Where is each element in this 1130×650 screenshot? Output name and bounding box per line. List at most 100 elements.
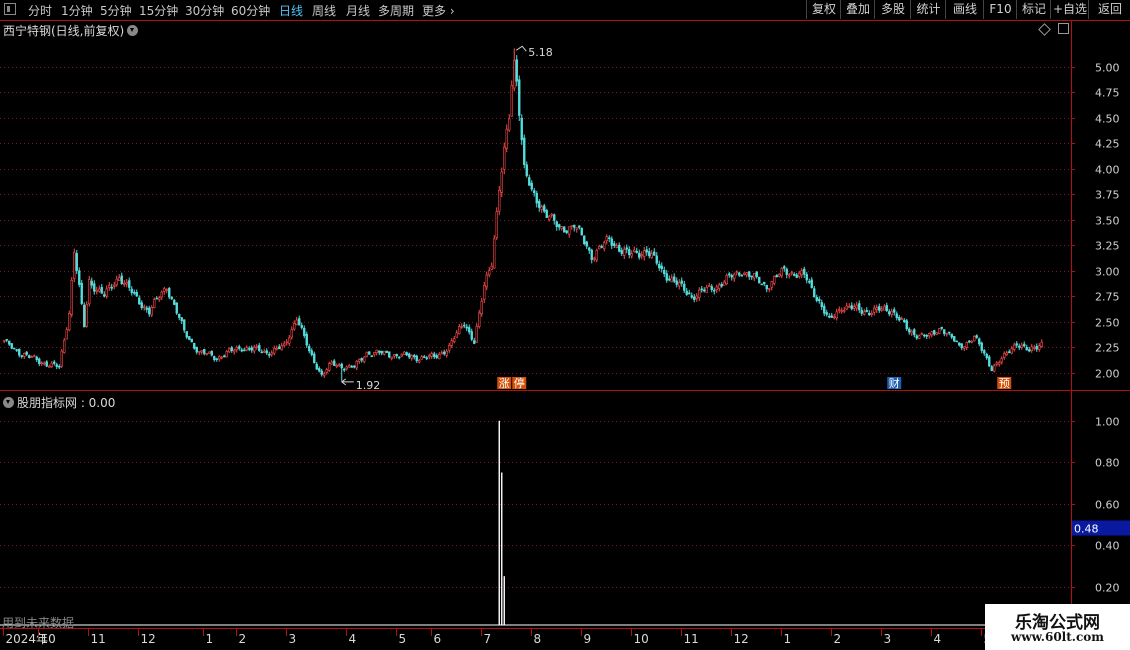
- ind-tick-label-4: 1.00: [1095, 416, 1120, 429]
- candle-body-172: [433, 353, 436, 358]
- candle-body-306: [768, 288, 771, 290]
- toolbar: 分时 1分钟 5分钟 15分钟 30分钟 60分钟 日线 周线 月线 多周期 更多 › 复权 叠加 多股…: [0, 0, 1130, 21]
- candle-body-344: [863, 311, 866, 315]
- candle-body-168: [423, 356, 426, 358]
- candle-body-96: [243, 349, 246, 352]
- ind-tick-label-0: 0.20: [1095, 582, 1120, 595]
- candle-body-85: [215, 358, 218, 361]
- candle-body-34: [88, 279, 91, 305]
- candle-body-373: [935, 332, 938, 335]
- candle-body-415: [1040, 341, 1043, 347]
- price-chart[interactable]: 2.00 2.25 2.50 2.75 3.00 3.25 3.50 3.75 4.00 4.25…: [0, 0, 1130, 650]
- candle-body-144: [363, 356, 366, 362]
- candle-body-266: [668, 278, 671, 281]
- period-tab-9[interactable]: 多周期: [378, 2, 414, 19]
- current-value-label: 0.48: [1074, 523, 1099, 536]
- price-tick-label-12: 5.00: [1095, 62, 1120, 75]
- candle-body-384: [963, 346, 966, 349]
- candle-body-78: [198, 351, 201, 353]
- toolbar-button-4[interactable]: 画线: [945, 0, 984, 19]
- toolbar-button-6[interactable]: 标记: [1016, 0, 1051, 19]
- candle-body-379: [950, 333, 953, 338]
- candle-body-177: [445, 351, 448, 356]
- candle-body-117: [295, 319, 298, 326]
- candle-body-207: [520, 117, 523, 141]
- candle-body-231: [580, 227, 583, 236]
- period-tab-5[interactable]: 60分钟: [231, 2, 270, 19]
- candle-body-386: [968, 340, 971, 343]
- candle-body-295: [740, 274, 743, 277]
- candle-body-310: [778, 273, 781, 277]
- candle-body-109: [275, 347, 278, 350]
- period-tab-0[interactable]: 分时: [28, 2, 52, 19]
- toolbar-button-7[interactable]: +自选: [1050, 0, 1089, 19]
- candle-body-1: [5, 338, 8, 341]
- candle-body-187: [470, 331, 473, 340]
- candle-body-228: [573, 224, 576, 228]
- period-tab-1[interactable]: 1分钟: [61, 2, 93, 19]
- period-tab-10[interactable]: 更多 ›: [422, 2, 455, 19]
- candle-body-280: [703, 289, 706, 292]
- candle-body-143: [360, 358, 363, 361]
- candle-body-110: [278, 346, 281, 350]
- candle-body-104: [263, 350, 266, 353]
- candle-body-63: [160, 291, 163, 298]
- toolbar-button-3[interactable]: 统计: [910, 0, 946, 19]
- candle-body-184: [463, 324, 466, 327]
- candle-body-264: [663, 269, 666, 274]
- dropdown-icon[interactable]: [127, 25, 139, 36]
- toolbar-button-0[interactable]: 复权: [806, 0, 841, 19]
- candle-body-19: [50, 362, 53, 368]
- month-label-8: 5: [399, 632, 407, 646]
- indicator-dropdown-icon[interactable]: [3, 397, 14, 408]
- candle-body-193: [485, 274, 488, 288]
- candle-body-45: [115, 278, 118, 286]
- diamond-icon[interactable]: [1038, 23, 1051, 36]
- toolbar-button-8[interactable]: 返回: [1088, 0, 1130, 19]
- period-tab-4[interactable]: 30分钟: [185, 2, 224, 19]
- candle-body-357: [895, 313, 898, 319]
- period-tab-2[interactable]: 5分钟: [100, 2, 132, 19]
- candle-body-333: [835, 311, 838, 319]
- candle-body-398: [998, 362, 1001, 365]
- candle-body-369: [925, 334, 928, 337]
- candle-body-31: [80, 282, 83, 304]
- window-toggle-icon[interactable]: [1058, 23, 1069, 34]
- candle-body-409: [1025, 347, 1028, 351]
- month-label-9: 6: [434, 632, 442, 646]
- panel-toggle-icon[interactable]: [4, 3, 16, 15]
- candle-body-256: [643, 250, 646, 257]
- candle-body-351: [880, 308, 883, 311]
- candle-body-394: [988, 356, 991, 367]
- candle-body-21: [55, 364, 58, 367]
- candle-body-273: [685, 290, 688, 295]
- period-tab-7[interactable]: 周线: [312, 2, 336, 19]
- candle-body-135: [340, 363, 343, 369]
- candle-body-94: [238, 346, 241, 349]
- candle-body-18: [48, 366, 51, 368]
- candle-body-14: [38, 358, 41, 364]
- candle-body-141: [355, 360, 358, 369]
- event-marker-bg-3: [997, 377, 1012, 389]
- candle-body-405: [1015, 343, 1018, 346]
- period-tab-6[interactable]: 日线: [279, 2, 303, 19]
- candle-body-194: [488, 270, 491, 276]
- low-label: 1.92: [356, 379, 381, 392]
- candle-body-221: [555, 221, 558, 227]
- candle-body-203: [510, 85, 513, 117]
- candle-body-29: [75, 253, 78, 271]
- candle-body-119: [300, 325, 303, 328]
- candle-body-214: [538, 200, 541, 208]
- toolbar-button-2[interactable]: 多股: [874, 0, 911, 19]
- toolbar-button-5[interactable]: F10: [983, 0, 1017, 19]
- candle-body-402: [1008, 351, 1011, 354]
- ind-tick-label-2: 0.60: [1095, 499, 1120, 512]
- candle-body-322: [808, 280, 811, 283]
- toolbar-button-1[interactable]: 叠加: [840, 0, 875, 19]
- candle-body-198: [498, 189, 501, 212]
- candle-body-205: [515, 59, 518, 82]
- period-tab-8[interactable]: 月线: [346, 2, 370, 19]
- candle-body-169: [425, 357, 428, 360]
- candle-body-274: [688, 292, 691, 295]
- period-tab-3[interactable]: 15分钟: [139, 2, 178, 19]
